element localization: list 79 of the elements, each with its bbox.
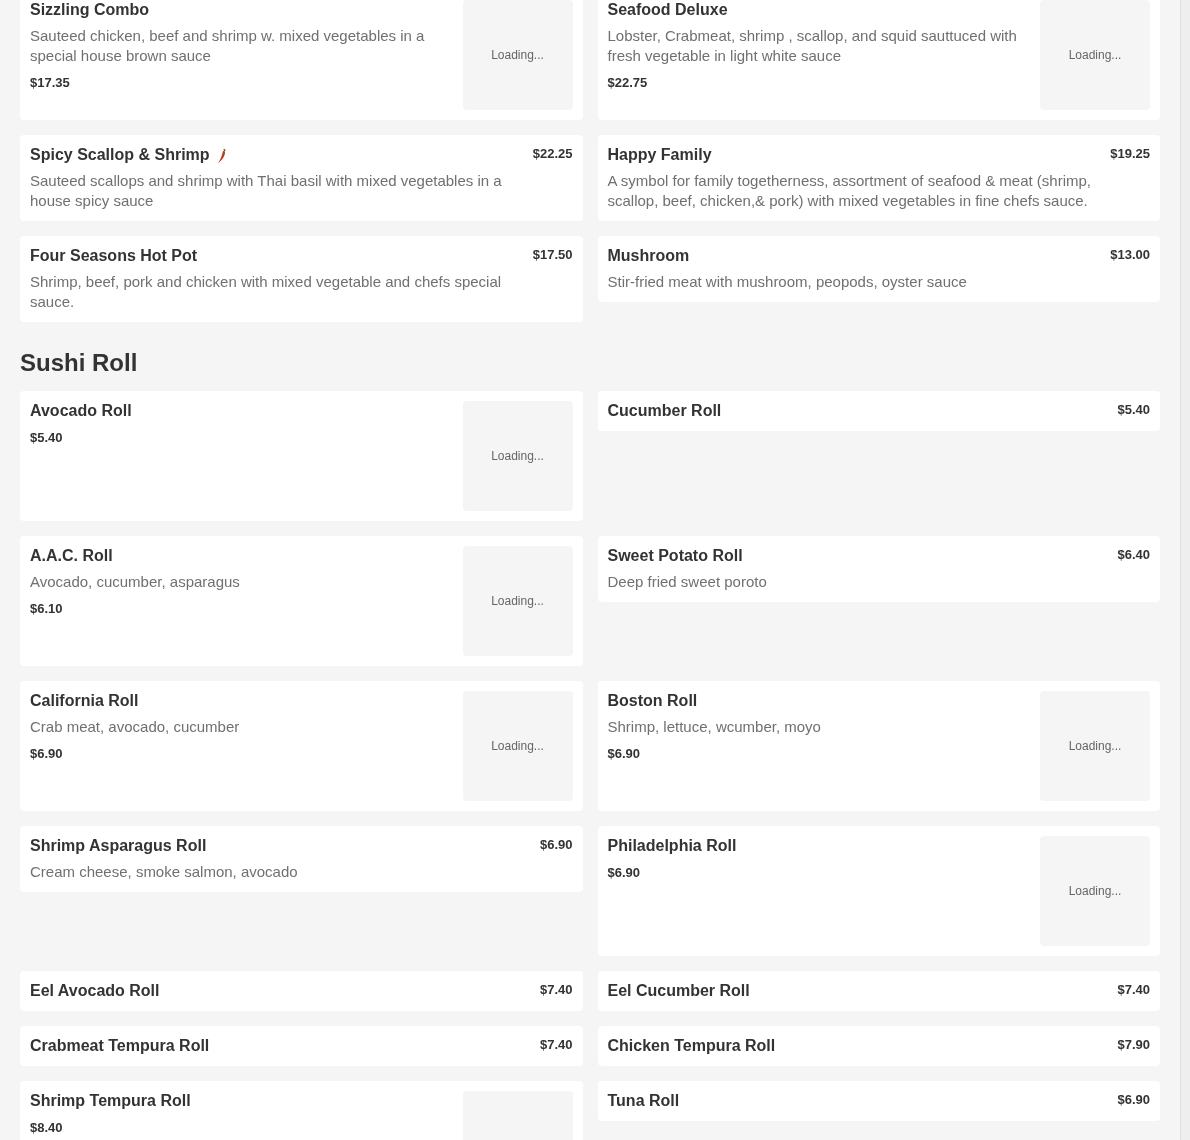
dish-description: Deep fried sweet poroto (607, 572, 768, 592)
dish-price: $5.40 (30, 430, 63, 445)
dish-price: $6.90 (607, 865, 641, 880)
dish-price: $6.90 (30, 746, 63, 761)
dish-description: Shrimp, beef, pork and chicken with mixed vegetable and chefs special sauce. (30, 272, 503, 312)
dish-name: Mushroom (607, 246, 690, 266)
menu-item-card[interactable]: Mushroom $13.00 Stir-fried meat with mushroom, peopods, oyster sauce (597, 236, 1160, 302)
dish-price: $22.75 (607, 75, 648, 90)
dish-price: $6.90 (539, 836, 573, 854)
menu-item-card[interactable]: Cucumber Roll $5.40 (597, 391, 1160, 431)
menu-item-card[interactable]: Shrimp Asparagus Roll $6.90 Cream cheese, smoke salmon, avocado (20, 826, 583, 892)
loading-label: Loading... (1068, 738, 1122, 755)
loading-label: Loading... (1068, 47, 1122, 64)
dish-price: $6.90 (1117, 1091, 1150, 1109)
menu-item-card[interactable]: Seafood Deluxe Lobster, Crabmeat, shrimp , scallop, and squid sauttuced with fresh vegetable in light white sauce $22.75 Loading... (597, 0, 1160, 120)
dish-name: Seafood Deluxe (607, 0, 728, 20)
dish-name: Eel Cucumber Roll (607, 981, 750, 1001)
dish-price: $19.25 (1110, 145, 1150, 163)
dish-description: Cream cheese, smoke salmon, avocado (30, 862, 299, 882)
dish-name: Tuna Roll (607, 1091, 680, 1111)
loading-label: Loading... (1068, 883, 1122, 900)
menu-item-card[interactable]: Tuna Roll $6.90 (597, 1081, 1160, 1121)
dish-name: Boston Roll (607, 691, 698, 711)
menu-item-card[interactable]: Spicy Scallop & Shrimp $22.25 Sauteed scallops and shrimp with Thai basil with mixed vegetables in a house spicy sauce (20, 135, 583, 221)
dish-name: A.A.C. Roll (30, 546, 113, 566)
dish-name: Sweet Potato Roll (607, 546, 743, 566)
dish-price: $7.90 (1117, 1036, 1150, 1054)
loading-label: Loading... (491, 593, 544, 610)
dish-price: $5.40 (1117, 401, 1150, 419)
dish-name: Shrimp Asparagus Roll (30, 836, 207, 856)
dish-description: Sauteed scallops and shrimp with Thai basil with mixed vegetables in a house spicy sauce (30, 171, 503, 211)
dish-name: Avocado Roll (30, 401, 132, 421)
dish-price: $6.40 (1117, 546, 1150, 564)
dish-price: $17.50 (532, 246, 573, 264)
dish-price: $7.40 (1117, 981, 1150, 999)
dish-name: Shrimp Tempura Roll (30, 1091, 191, 1111)
section-heading: Sushi Roll (20, 348, 139, 378)
dish-name: Eel Avocado Roll (30, 981, 160, 1001)
dish-price: $22.25 (532, 145, 573, 163)
loading-label: Loading... (491, 738, 544, 755)
dish-description: Stir-fried meat with mushroom, peopods, oyster sauce (607, 272, 968, 292)
menu-item-card[interactable]: Boston Roll Shrimp, lettuce, wcumber, moyo $6.90 Loading... (597, 681, 1160, 811)
menu-item-card[interactable]: Sweet Potato Roll $6.40 Deep fried sweet poroto (597, 536, 1160, 602)
menu-item-card[interactable]: California Roll Crab meat, avocado, cucumber $6.90 Loading... (20, 681, 583, 811)
dish-description: Crab meat, avocado, cucumber (30, 717, 240, 737)
dish-price: $17.35 (30, 75, 70, 90)
dish-name: Four Seasons Hot Pot (30, 246, 198, 266)
menu-item-card[interactable]: Eel Avocado Roll $7.40 (20, 971, 583, 1011)
menu-item-card[interactable]: A.A.C. Roll Avocado, cucumber, asparagus $6.10 Loading... (20, 536, 583, 666)
loading-label: Loading... (491, 448, 544, 465)
dish-price: $6.90 (607, 746, 641, 761)
menu-item-card[interactable]: Eel Cucumber Roll $7.40 (597, 971, 1160, 1011)
loading-label: Loading... (491, 47, 544, 64)
dish-price: $13.00 (1110, 246, 1150, 264)
dish-price: $8.40 (30, 1120, 63, 1135)
dish-description: Sauteed chicken, beef and shrimp w. mixed vegetables in a special house brown sauce (30, 26, 426, 66)
dish-name: Crabmeat Tempura Roll (30, 1036, 210, 1056)
dish-price: $6.10 (30, 601, 63, 616)
menu-item-card[interactable]: Philadelphia Roll $6.90 Loading... (597, 826, 1160, 956)
dish-name: Spicy Scallop & Shrimp (30, 145, 228, 165)
dish-name: California Roll (30, 691, 139, 711)
menu-item-card[interactable]: Crabmeat Tempura Roll $7.40 (20, 1026, 583, 1066)
dish-description: Shrimp, lettuce, wcumber, moyo (607, 717, 821, 737)
menu-item-card[interactable]: Four Seasons Hot Pot $17.50 Shrimp, beef, pork and chicken with mixed vegetable and chefs special sauce. (20, 236, 583, 322)
dish-description: Lobster, Crabmeat, shrimp , scallop, and squid sauttuced with fresh vegetable in light white sauce (607, 26, 1018, 66)
menu-item-card[interactable]: Sizzling Combo Sauteed chicken, beef and shrimp w. mixed vegetables in a special house brown sauce $17.35 Loading... (20, 0, 583, 120)
dish-price: $7.40 (539, 1036, 573, 1054)
menu-item-card[interactable]: Shrimp Tempura Roll $8.40 (20, 1081, 583, 1140)
menu-item-card[interactable]: Chicken Tempura Roll $7.90 (597, 1026, 1160, 1066)
menu-item-card[interactable]: Avocado Roll $5.40 Loading... (20, 391, 583, 521)
dish-price: $7.40 (539, 981, 573, 999)
dish-name: Philadelphia Roll (607, 836, 737, 856)
dish-name: Cucumber Roll (607, 401, 722, 421)
menu-item-card[interactable]: Happy Family $19.25 A symbol for family togetherness, assortment of seafood & meat (shrimp, scallop, beef, chicken,& pork) with mixed vegetables in fine chefs sauce. (597, 135, 1160, 221)
dish-name: Chicken Tempura Roll (607, 1036, 776, 1056)
dish-description: A symbol for family togetherness, assortment of seafood & meat (shrimp, scallop, beef, chicken,& pork) with mixed vegetables in fine chefs sauce. (607, 171, 1093, 211)
dish-name: Happy Family (607, 145, 712, 165)
dish-name: Sizzling Combo (30, 0, 150, 20)
dish-description: Avocado, cucumber, asparagus (30, 572, 240, 592)
